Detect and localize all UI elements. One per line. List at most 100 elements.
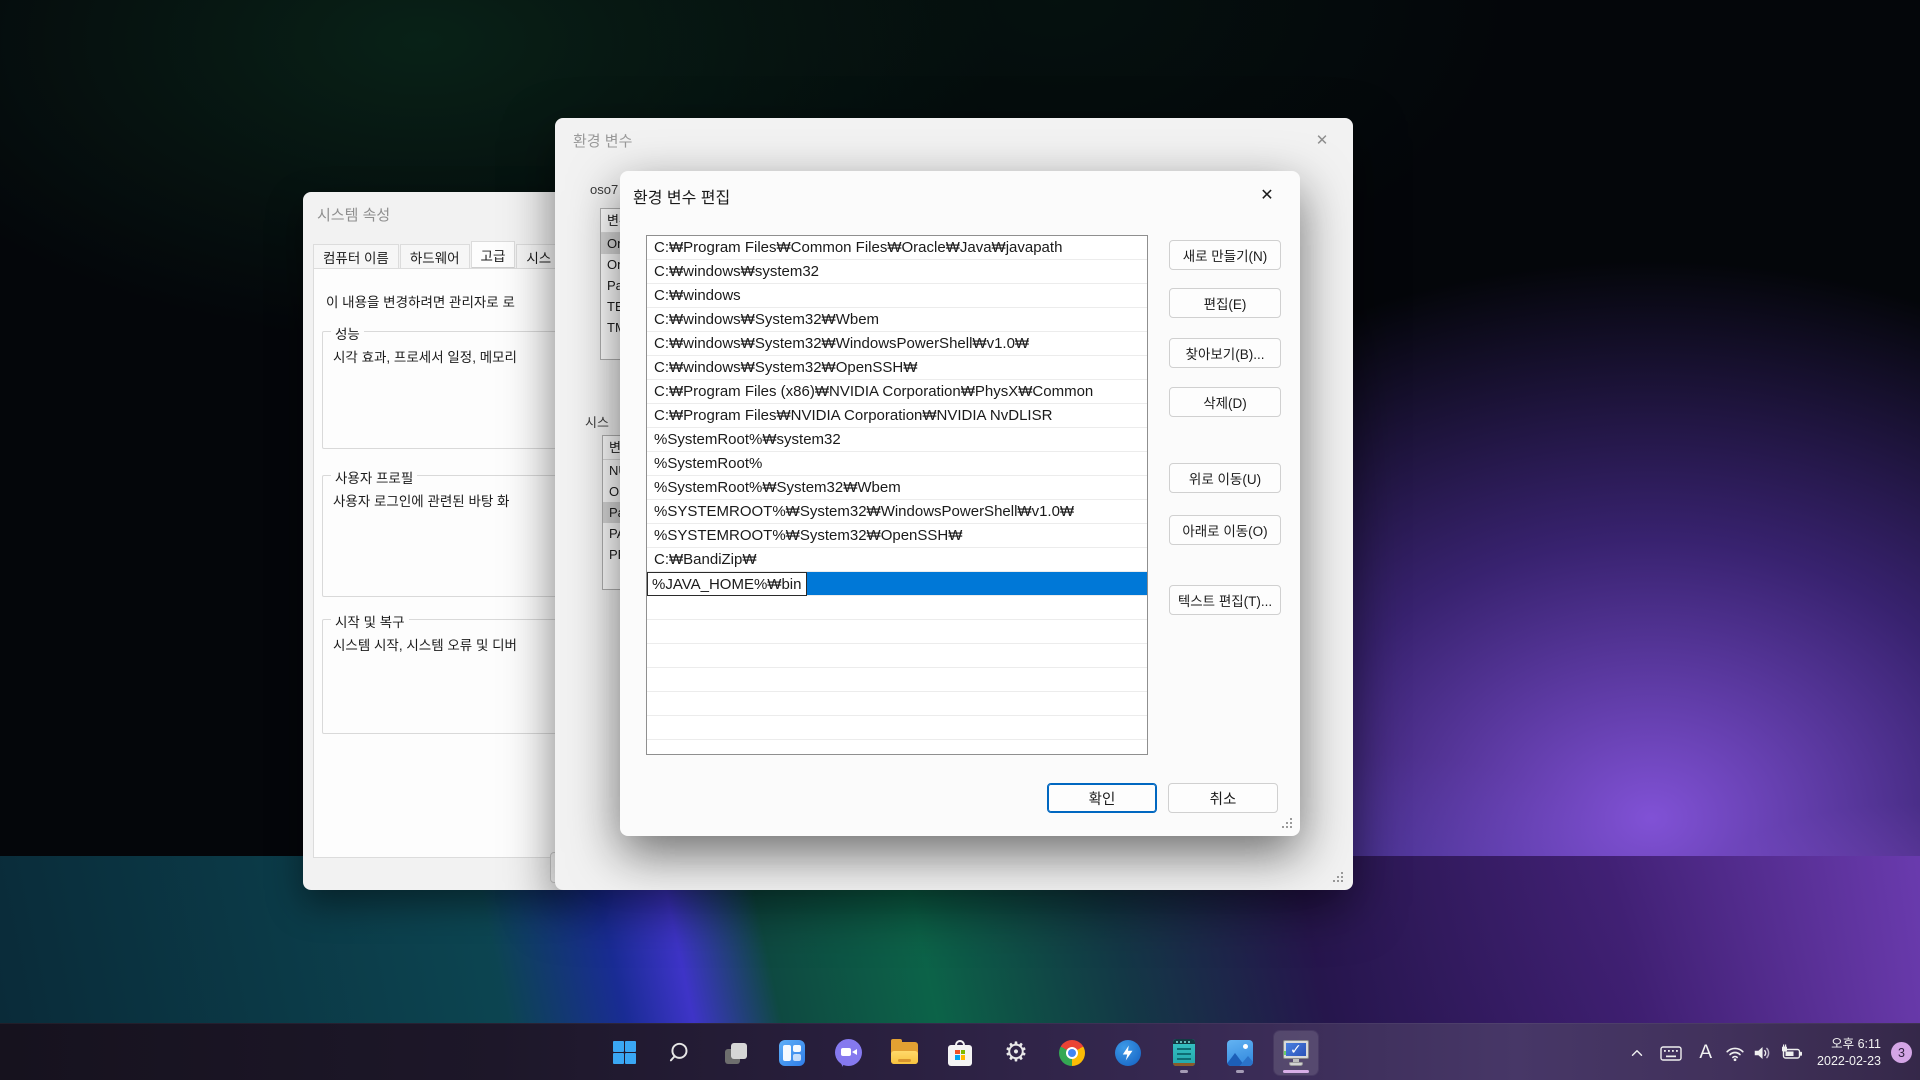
search-icon [667,1040,693,1066]
ime-mode-button[interactable]: A [1690,1033,1721,1073]
store-icon [948,1040,972,1066]
lightning-app-button[interactable] [1106,1031,1150,1075]
chrome-button[interactable] [1050,1031,1094,1075]
tray-time: 오후 6:11 [1831,1037,1881,1051]
path-list-item[interactable]: %SYSTEMROOT%₩System32₩OpenSSH₩ [647,524,1147,548]
user-profiles-group: 사용자 프로필 사용자 로그인에 관련된 바탕 화 [322,475,575,597]
system-properties-icon: ✓ [1282,1039,1310,1067]
settings-button[interactable]: ⚙ [994,1031,1038,1075]
advanced-tab-panel: 이 내용을 변경하려면 관리자로 로 성능 시각 효과, 프로세서 일정, 메모… [313,268,575,858]
new-button[interactable]: 새로 만들기(N) [1169,240,1281,270]
search-button[interactable] [658,1031,702,1075]
path-list-item[interactable]: C:₩Program Files (x86)₩NVIDIA Corporatio… [647,380,1147,404]
path-list-item[interactable]: C:₩windows₩system32 [647,260,1147,284]
system-tray: A [1622,1024,1912,1080]
close-icon[interactable]: ✕ [1248,181,1286,209]
ime-mode-label: A [1690,1042,1721,1064]
chat-button[interactable] [826,1031,870,1075]
empty-row [647,668,1147,692]
edit-button[interactable]: 편집(E) [1169,288,1281,318]
tab-computer-name[interactable]: 컴퓨터 이름 [313,244,399,268]
photos-icon [1227,1040,1253,1066]
chevron-up-icon [1628,1044,1646,1062]
file-explorer-icon [891,1042,918,1064]
wifi-icon [1724,1042,1746,1064]
start-button[interactable] [602,1031,646,1075]
notification-badge[interactable]: 3 [1891,1042,1912,1063]
edit-dialog-titlebar[interactable]: 환경 변수 편집 ✕ [620,171,1300,211]
widgets-icon [779,1040,805,1066]
running-indicator [1180,1070,1188,1073]
window-title: 환경 변수 [573,130,632,151]
file-explorer-button[interactable] [882,1031,926,1075]
path-list-item[interactable]: C:₩Program Files₩NVIDIA Corporation₩NVID… [647,404,1147,428]
tab-strip: 컴퓨터 이름 하드웨어 고급 시스 [313,242,575,268]
keyboard-icon [1659,1041,1683,1065]
path-list-item[interactable]: %SystemRoot%₩System32₩Wbem [647,476,1147,500]
system-properties-taskbar-button[interactable]: ✓ [1274,1031,1318,1075]
path-edit-input[interactable] [647,572,807,596]
path-list-item[interactable]: C:₩Program Files₩Common Files₩Oracle₩Jav… [647,236,1147,260]
path-list-item[interactable]: C:₩windows₩System32₩Wbem [647,308,1147,332]
tab-advanced[interactable]: 고급 [471,241,516,268]
photos-button[interactable] [1218,1031,1262,1075]
resize-grip[interactable] [1282,818,1292,828]
task-view-icon [723,1040,749,1066]
battery-charging-icon [1780,1041,1804,1065]
tray-overflow-button[interactable] [1622,1033,1652,1073]
clock[interactable]: 오후 6:11 2022-02-23 [1807,1033,1887,1073]
empty-row [647,692,1147,716]
path-list-item[interactable]: C:₩windows [647,284,1147,308]
lightning-icon [1115,1040,1141,1066]
tab-hardware[interactable]: 하드웨어 [400,244,470,268]
move-down-button[interactable]: 아래로 이동(O) [1169,515,1281,545]
widgets-button[interactable] [770,1031,814,1075]
volume-icon [1752,1042,1774,1064]
touch-keyboard-button[interactable] [1652,1033,1690,1073]
chat-icon [835,1039,862,1066]
window-title: 시스템 속성 [317,204,390,225]
edit-environment-variable-window: 환경 변수 편집 ✕ C:₩Program Files₩Common Files… [620,171,1300,836]
path-list-item[interactable]: %SYSTEMROOT%₩System32₩WindowsPowerShell₩… [647,500,1147,524]
path-list-item-editing [647,572,1147,596]
row-selection-highlight [807,572,1147,595]
system-properties-window: 시스템 속성 컴퓨터 이름 하드웨어 고급 시스 이 내용을 변경하려면 관리자… [303,192,575,890]
path-list: C:₩Program Files₩Common Files₩Oracle₩Jav… [646,235,1148,755]
empty-row [647,644,1147,668]
user-profiles-group-label: 사용자 프로필 [331,467,417,487]
admin-note-text: 이 내용을 변경하려면 관리자로 로 [326,291,515,311]
performance-group-desc: 시각 효과, 프로세서 일정, 메모리 [333,346,517,366]
startup-recovery-group: 시작 및 복구 시스템 시작, 시스템 오류 및 디버 [322,619,575,734]
user-variables-section-label: oso7 [590,182,618,197]
path-list-item[interactable]: %SystemRoot% [647,452,1147,476]
microsoft-store-button[interactable] [938,1031,982,1075]
empty-row [647,716,1147,740]
path-list-item[interactable]: C:₩windows₩System32₩OpenSSH₩ [647,356,1147,380]
resize-grip[interactable] [1333,872,1343,882]
start-icon [613,1041,636,1064]
edit-text-button[interactable]: 텍스트 편집(T)... [1169,585,1281,615]
tray-date: 2022-02-23 [1817,1054,1881,1068]
path-list-item[interactable]: C:₩BandiZip₩ [647,548,1147,572]
running-indicator [1236,1070,1244,1073]
browse-button[interactable]: 찾아보기(B)... [1169,338,1281,368]
system-variables-section-label: 시스 [585,412,609,431]
environment-variables-titlebar[interactable]: 환경 변수 ✕ [555,118,1353,158]
desktop: 시스템 속성 컴퓨터 이름 하드웨어 고급 시스 이 내용을 변경하려면 관리자… [0,0,1920,1080]
close-icon[interactable]: ✕ [1303,126,1341,154]
empty-row [647,596,1147,620]
startup-recovery-group-label: 시작 및 복구 [331,611,409,631]
system-properties-titlebar[interactable]: 시스템 속성 [303,192,575,232]
notepad-icon [1173,1039,1195,1066]
move-up-button[interactable]: 위로 이동(U) [1169,463,1281,493]
startup-recovery-group-desc: 시스템 시작, 시스템 오류 및 디버 [333,634,517,654]
cancel-button[interactable]: 취소 [1168,783,1278,813]
performance-group: 성능 시각 효과, 프로세서 일정, 메모리 [322,331,575,449]
path-list-item[interactable]: C:₩windows₩System32₩WindowsPowerShell₩v1… [647,332,1147,356]
ok-button[interactable]: 확인 [1047,783,1157,813]
delete-button[interactable]: 삭제(D) [1169,387,1281,417]
notepad-button[interactable] [1162,1031,1206,1075]
network-volume-battery-button[interactable] [1721,1033,1807,1073]
task-view-button[interactable] [714,1031,758,1075]
path-list-item[interactable]: %SystemRoot%₩system32 [647,428,1147,452]
